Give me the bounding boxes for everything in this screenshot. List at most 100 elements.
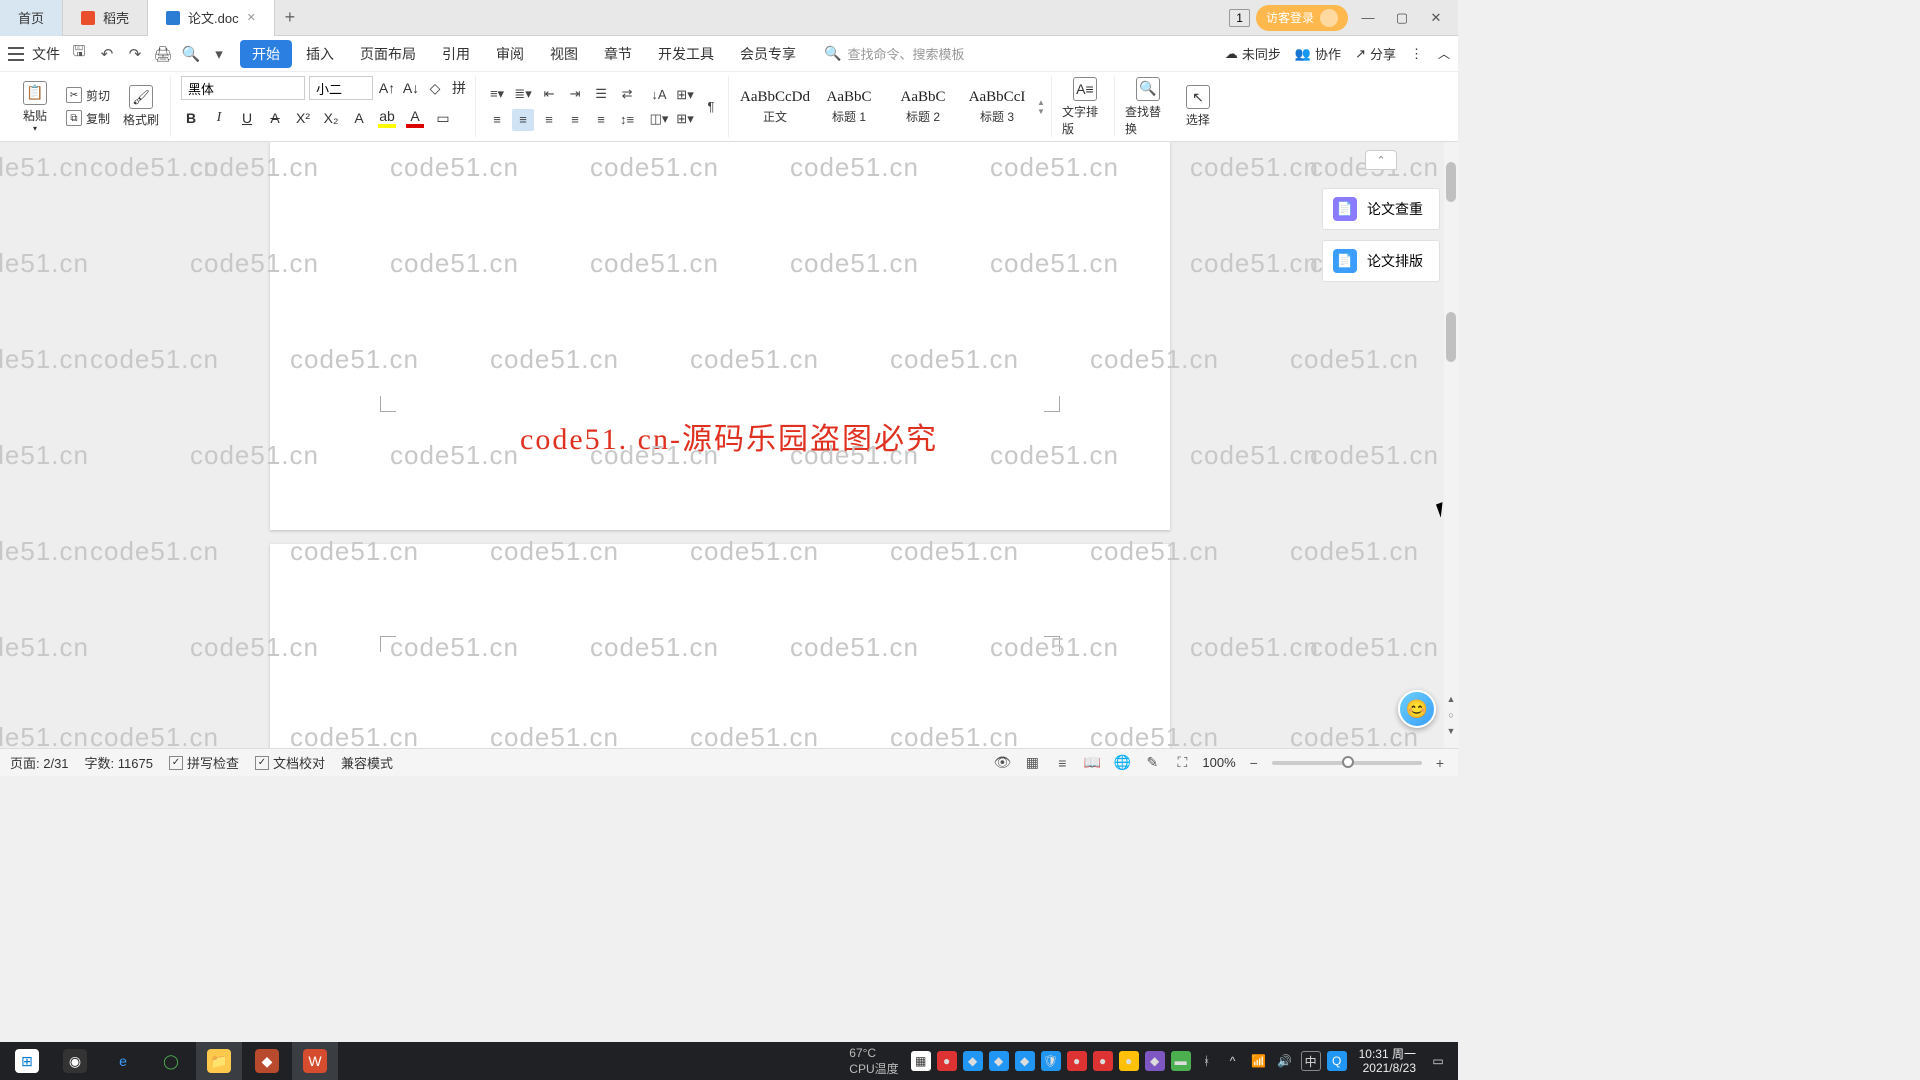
italic-button[interactable]: I: [209, 108, 229, 128]
zoom-slider[interactable]: [1272, 761, 1422, 765]
outline-view-icon[interactable]: ≡: [1052, 753, 1072, 773]
menu-layout[interactable]: 页面布局: [348, 40, 428, 68]
menu-references[interactable]: 引用: [430, 40, 482, 68]
page-indicator[interactable]: 页面: 2/31: [10, 753, 69, 772]
font-size-input[interactable]: [309, 76, 373, 100]
taskbar-wps[interactable]: W: [292, 1042, 338, 1080]
tray-app-icon[interactable]: ◆: [1015, 1051, 1035, 1071]
bold-button[interactable]: B: [181, 108, 201, 128]
tray-chevron-icon[interactable]: ^: [1223, 1051, 1243, 1071]
save-icon[interactable]: 🖫: [70, 45, 88, 63]
zoom-out-button[interactable]: −: [1246, 755, 1262, 771]
tray-app-icon[interactable]: ▬: [1171, 1051, 1191, 1071]
close-tab-icon[interactable]: ✕: [247, 11, 256, 24]
menu-devtools[interactable]: 开发工具: [646, 40, 726, 68]
decrease-indent-button[interactable]: ⇤: [538, 83, 560, 105]
menu-member[interactable]: 会员专享: [728, 40, 808, 68]
hamburger-icon[interactable]: [8, 47, 24, 61]
scrollbar-thumb[interactable]: [1446, 312, 1456, 362]
tray-app-icon[interactable]: ●: [1093, 1051, 1113, 1071]
indent-ruler-button[interactable]: ⊞▾: [674, 84, 696, 106]
zoom-in-button[interactable]: +: [1432, 755, 1448, 771]
para-marks-button[interactable]: ¶: [700, 96, 722, 118]
plagiarism-check-button[interactable]: 📄论文查重: [1322, 188, 1440, 230]
document-area[interactable]: 目录 code51. cn-源码乐园盗图必究 code51.cn code51.…: [0, 142, 1458, 748]
underline-button[interactable]: U: [237, 108, 257, 128]
menu-start[interactable]: 开始: [240, 40, 292, 68]
paste-button[interactable]: 📋粘贴▾: [12, 77, 58, 137]
scrollbar-thumb[interactable]: [1446, 162, 1456, 202]
align-justify-button[interactable]: ≡: [564, 109, 586, 131]
text-layout-button[interactable]: A≡文字排版: [1062, 77, 1108, 137]
phonetic-icon[interactable]: 拼: [449, 78, 469, 98]
align-left-button[interactable]: ≡: [486, 109, 508, 131]
align-right-button[interactable]: ≡: [538, 109, 560, 131]
ime-indicator[interactable]: 中: [1301, 1051, 1321, 1071]
tray-app-icon[interactable]: ◆: [989, 1051, 1009, 1071]
styles-gallery[interactable]: AaBbCcDd正文 AaBbC标题 1 AaBbC标题 2 AaBbCcI标题…: [739, 79, 1045, 135]
grow-font-icon[interactable]: A↑: [377, 78, 397, 98]
cut-button[interactable]: ✂剪切: [62, 85, 114, 106]
print-preview-icon[interactable]: 🔍: [182, 45, 200, 63]
print-icon[interactable]: 🖨: [154, 45, 172, 63]
collapse-ribbon-icon[interactable]: ︿: [1438, 45, 1450, 62]
tab-home[interactable]: 首页: [0, 0, 63, 36]
font-color-button[interactable]: A: [405, 108, 425, 128]
strikethrough-button[interactable]: A: [265, 108, 285, 128]
taskbar-app-1[interactable]: ◉: [52, 1042, 98, 1080]
increase-indent-button[interactable]: ⇥: [564, 83, 586, 105]
format-painter-button[interactable]: 🖌格式刷: [118, 77, 164, 137]
zoom-knob[interactable]: [1342, 756, 1354, 768]
align-center-button[interactable]: ≡: [512, 109, 534, 131]
superscript-button[interactable]: X²: [293, 108, 313, 128]
menu-chapter[interactable]: 章节: [592, 40, 644, 68]
notifications-icon[interactable]: ▭: [1428, 1051, 1448, 1071]
more-menu[interactable]: ⋮: [1410, 46, 1424, 62]
distribute-button[interactable]: ≡: [590, 109, 612, 131]
sort-button[interactable]: ☰: [590, 83, 612, 105]
minimize-button[interactable]: —: [1354, 4, 1382, 32]
scroll-mark-icon[interactable]: ○: [1444, 708, 1458, 722]
assistant-bubble[interactable]: 😊: [1398, 690, 1436, 728]
vertical-scrollbar[interactable]: ▲ ○ ▼: [1444, 142, 1458, 748]
tab-stop-button[interactable]: ⇄: [616, 83, 638, 105]
wifi-icon[interactable]: 📶: [1249, 1051, 1269, 1071]
font-name-input[interactable]: [181, 76, 305, 100]
zoom-value[interactable]: 100%: [1202, 755, 1235, 770]
eye-icon[interactable]: 👁: [992, 753, 1012, 773]
menu-review[interactable]: 审阅: [484, 40, 536, 68]
scroll-up-icon[interactable]: ▲: [1444, 692, 1458, 706]
style-normal[interactable]: AaBbCcDd正文: [739, 79, 811, 135]
tab-count-badge[interactable]: 1: [1229, 9, 1250, 27]
style-heading2[interactable]: AaBbC标题 2: [887, 79, 959, 135]
taskbar-ie[interactable]: e: [100, 1042, 146, 1080]
tray-app-icon[interactable]: ▦: [911, 1051, 931, 1071]
line-spacing-button[interactable]: ↕≡: [616, 109, 638, 131]
style-heading1[interactable]: AaBbC标题 1: [813, 79, 885, 135]
shrink-font-icon[interactable]: A↓: [401, 78, 421, 98]
taskbar-browser[interactable]: ◯: [148, 1042, 194, 1080]
select-button[interactable]: ↖选择: [1175, 77, 1221, 137]
clear-format-icon[interactable]: ◇: [425, 78, 445, 98]
thesis-layout-button[interactable]: 📄论文排版: [1322, 240, 1440, 282]
maximize-button[interactable]: ▢: [1388, 4, 1416, 32]
text-effect-button[interactable]: A: [349, 108, 369, 128]
text-direction-button[interactable]: ↓A: [648, 84, 670, 106]
highlight-button[interactable]: ab: [377, 108, 397, 128]
volume-icon[interactable]: 🔊: [1275, 1051, 1295, 1071]
login-button[interactable]: 访客登录: [1256, 5, 1348, 31]
scroll-down-icon[interactable]: ▼: [1444, 724, 1458, 738]
taskbar-explorer[interactable]: 📁: [196, 1042, 242, 1080]
word-count[interactable]: 字数: 11675: [85, 753, 153, 772]
start-button[interactable]: ⊞: [4, 1042, 50, 1080]
tab-daoke[interactable]: 稻壳: [63, 0, 148, 36]
close-window-button[interactable]: ✕: [1422, 4, 1450, 32]
sync-status[interactable]: ☁未同步: [1225, 44, 1281, 63]
read-view-icon[interactable]: 📖: [1082, 753, 1102, 773]
system-clock[interactable]: 10:31 周一2021/8/23: [1353, 1047, 1422, 1075]
styles-scroll[interactable]: ▲▼: [1035, 98, 1045, 116]
shading-button[interactable]: ◫▾: [648, 108, 670, 130]
pen-icon[interactable]: ✎: [1142, 753, 1162, 773]
tray-app-icon[interactable]: ◆: [1145, 1051, 1165, 1071]
fit-width-icon[interactable]: ⛶: [1172, 753, 1192, 773]
